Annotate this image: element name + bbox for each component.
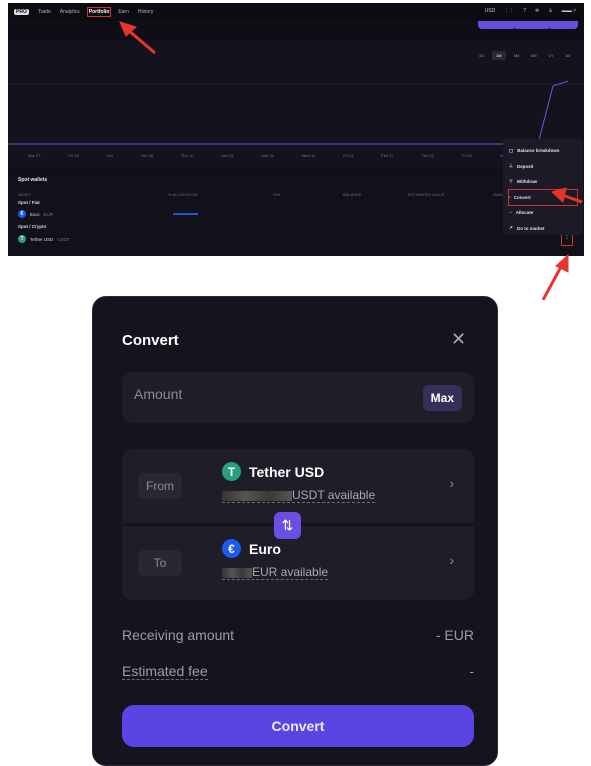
arrow-to-convert (561, 193, 583, 204)
estimated-fee-row: Estimated fee - (122, 663, 474, 680)
max-button[interactable]: Max (422, 385, 462, 411)
to-available: EUR available (222, 565, 329, 580)
fee-value: - (469, 663, 474, 679)
convert-button[interactable]: Convert (122, 705, 474, 747)
redacted-amount (222, 567, 252, 578)
arrow-to-portfolio (127, 28, 156, 55)
close-icon[interactable]: ✕ (451, 329, 466, 350)
modal-title: Convert (122, 332, 179, 349)
swap-direction-button[interactable]: ⇅ (274, 512, 301, 539)
fee-label[interactable]: Estimated fee (122, 663, 208, 680)
convert-modal: Convert ✕ Max From TTether USD USDT avai… (92, 296, 498, 766)
from-label: From (138, 473, 182, 499)
chevron-right-icon: › (449, 552, 454, 568)
tether-icon: T (222, 462, 241, 481)
amount-field: Max (122, 372, 474, 423)
to-label: To (138, 550, 182, 576)
chevron-right-icon: › (449, 475, 454, 491)
annotation-arrows (119, 21, 583, 300)
receiving-amount-row: Receiving amount - EUR (122, 627, 474, 643)
receiving-value: - EUR (435, 627, 474, 643)
arrow-to-more (541, 264, 564, 300)
receiving-label: Receiving amount (122, 627, 235, 643)
from-asset: T Tether USD (222, 462, 324, 481)
amount-input[interactable] (134, 386, 394, 402)
to-asset: € Euro (222, 539, 281, 558)
from-available: USDT available (222, 488, 376, 503)
swap-icon: ⇅ (281, 517, 294, 533)
euro-icon: € (222, 539, 241, 558)
redacted-amount (222, 490, 292, 501)
